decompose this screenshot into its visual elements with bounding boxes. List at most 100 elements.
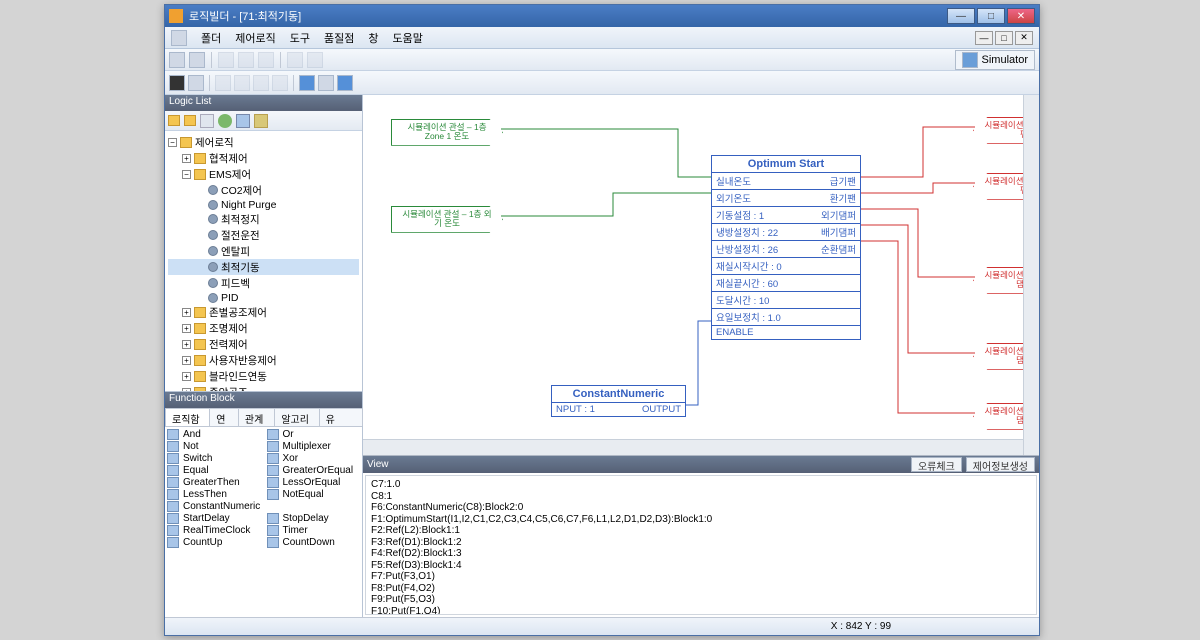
fb-list[interactable]: AndOrNotMultiplexerSwitchXorEqualGreater… [165,427,362,617]
scrollbar-horizontal[interactable] [363,439,1023,455]
constant-numeric-block[interactable]: ConstantNumeric NPUT : 1OUTPUT [551,385,686,417]
toolbar-icon[interactable] [238,52,254,68]
fb-tab[interactable]: 관계점 [238,408,275,426]
toolbar-icon[interactable] [287,52,303,68]
fb-item[interactable]: Switch [167,453,261,464]
toolbar-icon[interactable] [169,52,185,68]
logic-tree[interactable]: −제어로직 +협적제어−EMS제어CO2제어Night Purge최적정지절전운… [165,131,362,391]
file-icon[interactable] [200,114,214,128]
fb-tab[interactable]: 알고리즘 [274,408,319,426]
tree-item[interactable]: 절전운전 [168,227,359,243]
fb-icon [267,537,279,548]
pointer-tool-icon[interactable] [169,75,185,91]
maximize-button[interactable]: □ [977,8,1005,24]
expand-icon[interactable]: − [168,138,177,147]
optimum-start-block[interactable]: Optimum Start 실내온도급기팬외기온도환기팬기동설점 : 1외기댐퍼… [711,155,861,340]
expand-icon[interactable]: + [182,154,191,163]
titlebar[interactable]: 로직빌더 - [71:최적기동] — □ ✕ [165,5,1039,27]
expand-icon[interactable]: + [182,372,191,381]
fb-item[interactable]: Timer [267,525,361,536]
fb-item[interactable]: GreaterOrEqual [267,465,361,476]
block-row: 실내온도급기팬 [712,173,860,190]
fb-icon [267,525,279,536]
menu-item[interactable]: 폴더 [201,30,221,46]
tree-item[interactable]: +중앙공조 [168,384,359,391]
fb-item[interactable]: StopDelay [267,513,361,524]
fb-tab[interactable]: 로직함수 [165,408,210,426]
expand-icon[interactable]: − [182,170,191,179]
input-tag[interactable]: 시뮬레이션 관설 – 1층 외기 온도 [391,206,503,233]
tree-item[interactable]: PID [168,291,359,304]
tree-item[interactable]: −EMS제어 [168,166,359,182]
menu-item[interactable]: 제어로직 [235,30,275,46]
tree-item[interactable]: +조명제어 [168,320,359,336]
tree-item[interactable]: 최적기동 [168,259,359,275]
menu-item[interactable]: 품질점 [324,30,354,46]
generate-info-button[interactable]: 제어정보생성 [966,457,1035,472]
fb-item[interactable]: Xor [267,453,361,464]
close-button[interactable]: ✕ [1007,8,1035,24]
fb-item[interactable]: LessThen [167,489,261,500]
open-folder-icon[interactable] [184,115,196,126]
tree-item[interactable]: +협적제어 [168,150,359,166]
input-tag[interactable]: 시뮬레이션 관설 – 1층 Zone 1 온도 [391,119,503,146]
tree-item[interactable]: 최적정지 [168,211,359,227]
canvas[interactable]: 시뮬레이션 관설 – 1층 Zone 1 온도 시뮬레이션 관설 – 1층 외기… [363,95,1039,617]
fb-item[interactable]: StartDelay [167,513,261,524]
tree-item[interactable]: CO2제어 [168,182,359,198]
fb-item[interactable]: NotEqual [267,489,361,500]
fb-tab[interactable]: 연산 [209,408,239,426]
fb-item[interactable]: Multiplexer [267,441,361,452]
toolbar-icon[interactable] [218,52,234,68]
tree-item[interactable]: 피드벡 [168,275,359,291]
toolbar-icon[interactable] [272,75,288,91]
tree-item[interactable]: +전력제어 [168,336,359,352]
error-check-button[interactable]: 오류체크 [911,457,962,472]
tree-item[interactable]: Night Purge [168,198,359,211]
fb-item[interactable]: LessOrEqual [267,477,361,488]
simulator-button[interactable]: Simulator [955,50,1035,70]
fb-item[interactable]: ConstantNumeric [167,501,261,512]
toolbar-icon[interactable] [258,52,274,68]
view-output[interactable]: C7:1.0C8:1F6:ConstantNumeric(C8):Block2:… [365,475,1037,615]
menu-item[interactable]: 창 [368,30,378,46]
scrollbar-vertical[interactable] [1023,95,1039,455]
tree-item[interactable]: +블라인드연동 [168,368,359,384]
fb-item[interactable]: And [167,429,261,440]
expand-icon[interactable]: + [182,308,191,317]
fb-tab[interactable]: 유(◀▶) [319,408,363,426]
pencil-tool-icon[interactable] [188,75,204,91]
tree-item[interactable]: 엔탈피 [168,243,359,259]
fb-item[interactable] [267,501,361,512]
search-icon[interactable] [236,114,250,128]
tree-item[interactable]: +존별공조제어 [168,304,359,320]
fb-item[interactable]: RealTimeClock [167,525,261,536]
toolbar-icon[interactable] [337,75,353,91]
fb-item[interactable]: Not [167,441,261,452]
toolbar-icon[interactable] [318,75,334,91]
refresh-icon[interactable] [218,114,232,128]
toolbar-icon[interactable] [215,75,231,91]
fb-item[interactable]: GreaterThen [167,477,261,488]
new-folder-icon[interactable] [168,115,180,126]
toolbar-icon[interactable] [189,52,205,68]
mdi-restore-button[interactable]: □ [995,31,1013,45]
menu-item[interactable]: 도구 [290,30,310,46]
settings-icon[interactable] [254,114,268,128]
mdi-minimize-button[interactable]: — [975,31,993,45]
fb-item[interactable]: CountDown [267,537,361,548]
expand-icon[interactable]: + [182,340,191,349]
fb-item[interactable]: CountUp [167,537,261,548]
expand-icon[interactable]: + [182,356,191,365]
tree-item[interactable]: +사용자반응제어 [168,352,359,368]
toolbar-icon[interactable] [307,52,323,68]
fb-item[interactable]: Equal [167,465,261,476]
toolbar-icon[interactable] [299,75,315,91]
fb-item[interactable]: Or [267,429,361,440]
expand-icon[interactable]: + [182,324,191,333]
toolbar-icon[interactable] [253,75,269,91]
minimize-button[interactable]: — [947,8,975,24]
mdi-close-button[interactable]: ✕ [1015,31,1033,45]
menu-item[interactable]: 도움말 [392,30,422,46]
toolbar-icon[interactable] [234,75,250,91]
